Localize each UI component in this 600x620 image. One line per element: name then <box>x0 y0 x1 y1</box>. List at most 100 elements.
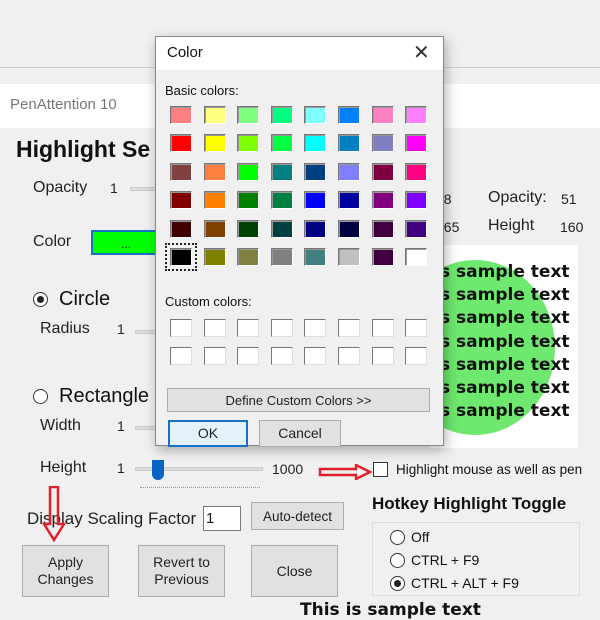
height-max: 1000 <box>272 461 304 477</box>
color-swatch[interactable] <box>170 106 192 124</box>
define-custom-colors-button[interactable]: Define Custom Colors >> <box>167 388 430 412</box>
hotkey-title: Hotkey Highlight Toggle <box>372 494 567 513</box>
color-swatch[interactable] <box>170 162 192 181</box>
color-swatch[interactable] <box>270 162 293 181</box>
color-swatch[interactable] <box>170 219 192 238</box>
custom-color-swatch[interactable] <box>203 347 226 365</box>
preview-text-line: s sample text <box>440 378 570 398</box>
color-swatch[interactable] <box>371 248 394 266</box>
preview-text-line: s sample text <box>440 401 570 422</box>
custom-color-swatch[interactable] <box>371 319 394 337</box>
custom-color-swatch[interactable] <box>270 319 293 337</box>
color-swatch[interactable] <box>270 134 293 153</box>
color-swatch[interactable] <box>237 219 260 238</box>
circle-label: Circle <box>59 288 111 310</box>
custom-color-swatch[interactable] <box>405 347 428 365</box>
revert-button[interactable]: Revert to Previous <box>138 545 225 597</box>
custom-color-swatch[interactable] <box>170 319 192 337</box>
close-button[interactable]: Close <box>251 545 338 597</box>
hotkey-radio[interactable] <box>390 576 405 591</box>
color-swatch[interactable] <box>237 162 260 181</box>
custom-color-swatch[interactable] <box>237 347 260 365</box>
hotkey-group: Off CTRL + F9 CTRL + ALT + F9 <box>372 522 580 596</box>
hotkey-radio[interactable] <box>390 530 405 545</box>
color-swatch[interactable] <box>203 191 226 210</box>
color-swatch[interactable] <box>371 106 394 124</box>
info-height-value: 160 <box>560 219 584 235</box>
color-swatch[interactable] <box>338 219 360 238</box>
color-swatch[interactable] <box>203 219 226 238</box>
bottom-sample-text: This is sample text <box>300 600 481 620</box>
color-swatch[interactable] <box>371 191 394 210</box>
highlight-mouse-label: Highlight mouse as well as pen <box>396 462 583 477</box>
basic-colors-label: Basic colors: <box>165 83 239 98</box>
custom-colors-label: Custom colors: <box>165 294 252 309</box>
color-picker-button[interactable]: ... <box>91 230 161 255</box>
highlight-mouse-checkbox[interactable] <box>373 462 388 477</box>
color-swatch[interactable] <box>338 134 360 153</box>
color-swatch[interactable] <box>170 191 192 210</box>
color-swatch[interactable] <box>338 248 360 266</box>
custom-color-swatch[interactable] <box>237 319 260 337</box>
color-swatch[interactable] <box>165 243 197 271</box>
rectangle-radio[interactable] <box>33 389 48 404</box>
custom-color-swatch[interactable] <box>405 319 428 337</box>
preview-text-line: s sample text <box>440 308 570 329</box>
color-swatch[interactable] <box>304 162 327 181</box>
color-swatch[interactable] <box>405 162 428 181</box>
custom-color-swatch[interactable] <box>338 347 360 365</box>
color-swatch[interactable] <box>203 106 226 124</box>
autodetect-button[interactable]: Auto-detect <box>251 502 344 530</box>
color-swatch[interactable] <box>237 106 260 124</box>
hotkey-radio[interactable] <box>390 553 405 568</box>
color-swatch[interactable] <box>203 248 226 266</box>
color-swatch[interactable] <box>338 191 360 210</box>
color-swatch[interactable] <box>304 106 327 124</box>
opacity-min: 1 <box>110 180 118 196</box>
custom-color-swatch[interactable] <box>203 319 226 337</box>
apply-changes-button[interactable]: Apply Changes <box>22 545 109 597</box>
color-swatch[interactable] <box>304 248 327 266</box>
scaling-input[interactable]: 1 <box>203 506 241 531</box>
height-slider-thumb[interactable] <box>152 460 164 480</box>
color-swatch[interactable] <box>237 134 260 153</box>
color-swatch[interactable] <box>304 219 327 238</box>
radius-label: Radius <box>40 320 90 337</box>
color-swatch[interactable] <box>405 248 428 266</box>
color-swatch[interactable] <box>270 106 293 124</box>
color-swatch[interactable] <box>405 134 428 153</box>
color-swatch[interactable] <box>203 134 226 153</box>
ok-button[interactable]: OK <box>168 420 248 447</box>
close-icon[interactable]: ✕ <box>413 40 430 65</box>
color-swatch[interactable] <box>405 106 428 124</box>
color-swatch[interactable] <box>338 106 360 124</box>
color-swatch[interactable] <box>304 191 327 210</box>
color-swatch[interactable] <box>304 134 327 153</box>
custom-color-swatch[interactable] <box>338 319 360 337</box>
color-swatch[interactable] <box>371 162 394 181</box>
color-swatch[interactable] <box>270 219 293 238</box>
color-swatch[interactable] <box>170 134 192 153</box>
custom-color-swatch[interactable] <box>371 347 394 365</box>
slider-ticks <box>140 487 260 491</box>
circle-radio[interactable] <box>33 292 48 307</box>
color-swatch[interactable] <box>338 162 360 181</box>
arrow-right-annotation <box>318 462 373 485</box>
custom-color-swatch[interactable] <box>304 319 327 337</box>
color-swatch[interactable] <box>405 191 428 210</box>
color-swatch[interactable] <box>270 248 293 266</box>
color-swatch[interactable] <box>237 248 260 266</box>
height-min: 1 <box>117 460 125 476</box>
window-title: PenAttention 10 <box>10 96 117 113</box>
custom-color-swatch[interactable] <box>170 347 192 365</box>
preview-text-line: s sample text <box>440 354 570 375</box>
color-swatch[interactable] <box>371 219 394 238</box>
color-swatch[interactable] <box>237 191 260 210</box>
custom-color-swatch[interactable] <box>270 347 293 365</box>
color-swatch[interactable] <box>405 219 428 238</box>
cancel-button[interactable]: Cancel <box>259 420 341 447</box>
color-swatch[interactable] <box>203 162 226 181</box>
color-swatch[interactable] <box>270 191 293 210</box>
color-swatch[interactable] <box>371 134 394 153</box>
custom-color-swatch[interactable] <box>304 347 327 365</box>
